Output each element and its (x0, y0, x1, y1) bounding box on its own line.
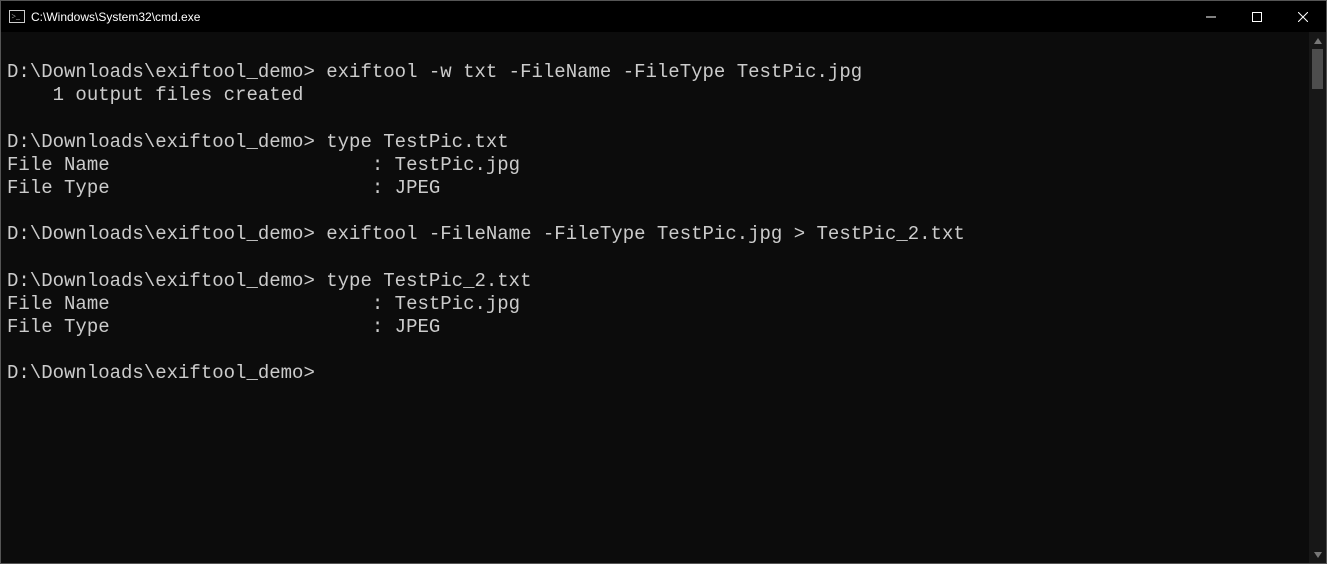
scrollbar-thumb[interactable] (1312, 49, 1323, 89)
scroll-down-button[interactable] (1309, 546, 1326, 563)
svg-text:>_: >_ (12, 12, 22, 21)
vertical-scrollbar[interactable] (1309, 32, 1326, 563)
maximize-button[interactable] (1234, 1, 1280, 32)
window-titlebar: >_ C:\Windows\System32\cmd.exe (1, 1, 1326, 32)
minimize-button[interactable] (1188, 1, 1234, 32)
terminal-output[interactable]: D:\Downloads\exiftool_demo> exiftool -w … (1, 32, 1309, 563)
cmd-icon: >_ (9, 9, 25, 25)
scroll-up-button[interactable] (1309, 32, 1326, 49)
window-title: C:\Windows\System32\cmd.exe (31, 10, 200, 24)
close-button[interactable] (1280, 1, 1326, 32)
scrollbar-track[interactable] (1309, 49, 1326, 546)
